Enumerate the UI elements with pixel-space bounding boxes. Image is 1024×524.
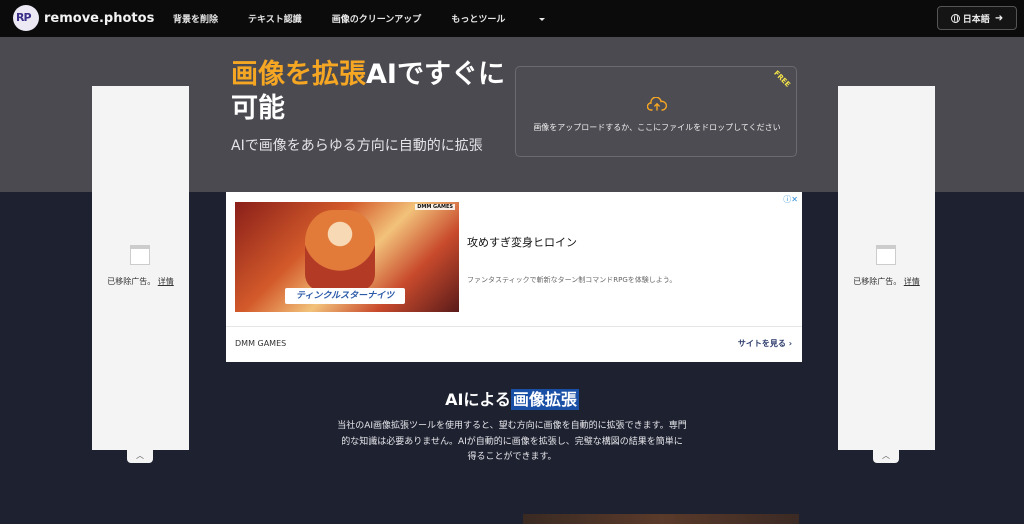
nav-links: 背景を削除 テキスト認識 画像のクリーンアップ もっとツール: [173, 12, 575, 25]
left-ad-collapse-tab[interactable]: ︿: [127, 449, 153, 463]
ad-details-link[interactable]: 详情: [904, 277, 920, 286]
hero-title-highlight: 画像を拡張: [231, 59, 366, 90]
section-title: AIによる 画像拡張: [445, 389, 579, 410]
arrow-right-icon: ➜: [994, 12, 1004, 24]
section-body: 当社のAI画像拡張ツールを使用すると、望む方向に画像を自動的に拡張できます。専門…: [337, 421, 687, 462]
chevron-up-icon: ︿: [136, 451, 144, 460]
center-ad-banner[interactable]: ⓘ✕ DMM GAMES ティンクルスターナイツ 攻めすぎ変身ヒロイン ファンタ…: [226, 192, 802, 362]
nav-link-text-recognition[interactable]: テキスト認識: [248, 12, 302, 25]
ad-details-link[interactable]: 详情: [158, 277, 174, 286]
upload-instructions: 画像をアップロードするか、ここにファイルをドロップしてください: [533, 123, 781, 132]
removed-ad-icon: [130, 245, 150, 265]
globe-icon: [950, 13, 960, 23]
nav-link-remove-background[interactable]: 背景を削除: [173, 12, 218, 25]
ad-character-illustration: [305, 210, 375, 290]
removed-ad-icon: [876, 245, 896, 265]
chevron-down-icon: [539, 18, 546, 21]
hero-title: 画像を拡張AIですぐに可能: [231, 58, 511, 126]
upload-dropzone[interactable]: 画像をアップロードするか、ここにファイルをドロップしてください FREE: [515, 66, 797, 157]
free-badge: FREE: [772, 69, 792, 89]
chevron-up-icon: ︿: [882, 451, 890, 460]
cloud-upload-icon: [647, 97, 667, 111]
ad-image-logo: ティンクルスターナイツ: [285, 288, 405, 304]
logo-icon: RP: [13, 5, 39, 31]
ad-description: ファンタスティックで斬新なターン制コマンドRPGを体験しよう。: [467, 276, 677, 284]
removed-ad-text: 已移除广告。 详情: [107, 277, 174, 286]
nav-link-image-cleanup[interactable]: 画像のクリーンアップ: [332, 12, 422, 25]
removed-ad-text: 已移除广告。 详情: [853, 277, 920, 286]
logo-text: remove.photos: [44, 10, 155, 26]
section-title-selected: 画像拡張: [510, 389, 579, 410]
ad-image[interactable]: DMM GAMES ティンクルスターナイツ: [235, 202, 459, 312]
ad-cta-link[interactable]: サイトを見る ›: [738, 338, 792, 349]
ad-image-brand: DMM GAMES: [415, 204, 455, 210]
top-navbar: RP remove.photos 背景を削除 テキスト認識 画像のクリーンアップ…: [0, 0, 1024, 37]
preview-image-top: [523, 514, 799, 524]
nav-link-more-tools[interactable]: もっとツール: [451, 12, 546, 25]
language-button[interactable]: 日本語 ➜: [937, 6, 1017, 30]
ad-headline[interactable]: 攻めすぎ変身ヒロイン: [467, 234, 577, 250]
site-logo[interactable]: RP remove.photos: [13, 5, 154, 31]
ad-advertiser: DMM GAMES: [235, 339, 287, 348]
ad-divider: [226, 326, 802, 327]
ad-choices-icon[interactable]: ⓘ✕: [783, 194, 798, 205]
hero-subtitle: AIで画像をあらゆる方向に自動的に拡張: [231, 138, 483, 154]
chevron-right-icon: ›: [788, 339, 792, 348]
right-ad-collapse-tab[interactable]: ︿: [873, 449, 899, 463]
language-label: 日本語: [962, 14, 990, 25]
